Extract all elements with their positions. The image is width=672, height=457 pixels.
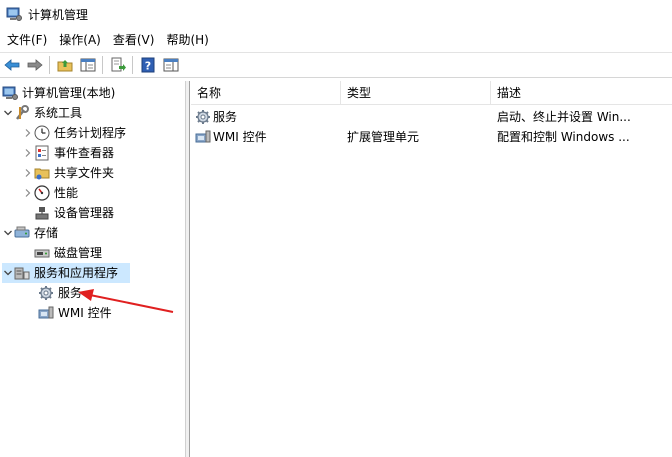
- tree-item-storage[interactable]: 存储: [2, 223, 58, 243]
- export-list-icon: [111, 57, 126, 72]
- toolbar-separator: [132, 56, 133, 74]
- list-cell-description: 配置和控制 Windows ...: [497, 130, 630, 144]
- help-button[interactable]: ?: [137, 54, 159, 76]
- tree-label: 共享文件夹: [54, 166, 115, 180]
- back-button[interactable]: [1, 54, 23, 76]
- tree-label: 存储: [34, 226, 59, 240]
- tree-label: WMI 控件: [58, 306, 112, 320]
- menu-view[interactable]: 查看(V): [107, 30, 161, 50]
- tree-item-wmi-control[interactable]: WMI 控件: [38, 303, 112, 323]
- menu-file[interactable]: 文件(F): [1, 30, 53, 50]
- column-header-description[interactable]: 描述: [491, 81, 672, 105]
- services-apps-icon: [14, 265, 30, 281]
- tree-label: 性能: [54, 186, 79, 200]
- tree-label: 计算机管理(本地): [22, 86, 116, 100]
- list-item-services[interactable]: 服务 启动、终止并设置 Win...: [191, 107, 672, 127]
- tree-item-performance[interactable]: 性能: [22, 183, 78, 203]
- tree-label: 事件查看器: [54, 146, 115, 160]
- console-tree: 计算机管理(本地) 系统工具 任务计划程序 事件查看器 共享文件夹 性能 设备管…: [0, 81, 186, 457]
- toolbar-separator: [49, 56, 50, 74]
- chevron-right-icon[interactable]: [22, 143, 34, 163]
- column-header-name[interactable]: 名称: [191, 81, 341, 105]
- chevron-down-icon[interactable]: [2, 223, 14, 243]
- tree-item-services-and-applications[interactable]: 服务和应用程序: [2, 263, 130, 283]
- tree-item-shared-folders[interactable]: 共享文件夹: [22, 163, 114, 183]
- tree-label: 设备管理器: [54, 206, 115, 220]
- menu-action[interactable]: 操作(A): [53, 30, 107, 50]
- shared-folder-icon: [34, 165, 50, 181]
- tree-label: 服务和应用程序: [34, 266, 119, 280]
- list-cell-type: [347, 107, 491, 127]
- tree-item-device-manager[interactable]: 设备管理器: [34, 203, 114, 223]
- list-cell-name: 服务: [195, 107, 341, 127]
- gear-icon: [195, 109, 211, 125]
- chevron-right-icon[interactable]: [22, 123, 34, 143]
- gear-icon: [38, 285, 54, 301]
- tree-item-task-scheduler[interactable]: 任务计划程序: [22, 123, 126, 143]
- tree-label: 服务: [58, 286, 83, 300]
- list-item-wmi-control[interactable]: WMI 控件 扩展管理单元 配置和控制 Windows ...: [191, 127, 672, 147]
- chevron-right-icon[interactable]: [22, 163, 34, 183]
- computer-management-icon: [6, 6, 22, 22]
- chevron-right-icon[interactable]: [22, 183, 34, 203]
- device-manager-icon: [34, 205, 50, 221]
- up-level-button[interactable]: [54, 54, 76, 76]
- list-name-text: WMI 控件: [213, 130, 267, 144]
- list-cell-description: 启动、终止并设置 Win...: [497, 110, 631, 124]
- tree-item-event-viewer[interactable]: 事件查看器: [22, 143, 114, 163]
- menu-bar: 文件(F) 操作(A) 查看(V) 帮助(H): [0, 30, 672, 50]
- list-cell-type: 扩展管理单元: [347, 130, 420, 144]
- wmi-control-icon: [195, 129, 211, 145]
- tree-label: 系统工具: [34, 106, 83, 120]
- toolbar: ?: [0, 52, 672, 78]
- toolbar-separator: [102, 56, 103, 74]
- help-icon: ?: [141, 57, 155, 73]
- performance-gauge-icon: [34, 185, 50, 201]
- list-cell-name: WMI 控件: [195, 127, 341, 147]
- export-list-button[interactable]: [107, 54, 129, 76]
- tree-item-services[interactable]: 服务: [38, 283, 82, 303]
- title-bar: 计算机管理: [0, 0, 672, 28]
- properties-pane-icon: [163, 58, 179, 72]
- forward-button[interactable]: [24, 54, 46, 76]
- show-hide-tree-icon: [80, 58, 96, 72]
- tree-label: 任务计划程序: [54, 126, 127, 140]
- list-header: 名称 类型 描述: [191, 81, 672, 105]
- event-log-icon: [34, 145, 50, 161]
- show-hide-tree-button[interactable]: [77, 54, 99, 76]
- result-list: 名称 类型 描述 服务 启动、终止并设置 Win... WMI 控件 扩展管理单…: [191, 81, 672, 457]
- tools-icon: [14, 105, 30, 121]
- list-name-text: 服务: [213, 110, 238, 124]
- disk-icon: [34, 245, 50, 261]
- up-folder-icon: [57, 60, 73, 72]
- chevron-down-icon[interactable]: [2, 263, 14, 283]
- computer-management-icon: [2, 85, 18, 101]
- back-icon: [4, 59, 20, 71]
- wmi-control-icon: [38, 305, 54, 321]
- tree-label: 磁盘管理: [54, 246, 103, 260]
- pane-splitter[interactable]: [186, 81, 190, 457]
- clock-icon: [34, 125, 50, 141]
- properties-pane-button[interactable]: [160, 54, 182, 76]
- menu-help[interactable]: 帮助(H): [160, 30, 214, 50]
- forward-icon: [27, 59, 43, 71]
- storage-icon: [14, 225, 30, 241]
- window-title: 计算机管理: [28, 7, 89, 22]
- chevron-down-icon[interactable]: [2, 103, 14, 123]
- column-header-type[interactable]: 类型: [341, 81, 491, 105]
- tree-item-system-tools[interactable]: 系统工具: [2, 103, 82, 123]
- tree-item-disk-management[interactable]: 磁盘管理: [34, 243, 102, 263]
- tree-item-root[interactable]: 计算机管理(本地): [2, 83, 115, 103]
- svg-text:?: ?: [145, 60, 151, 73]
